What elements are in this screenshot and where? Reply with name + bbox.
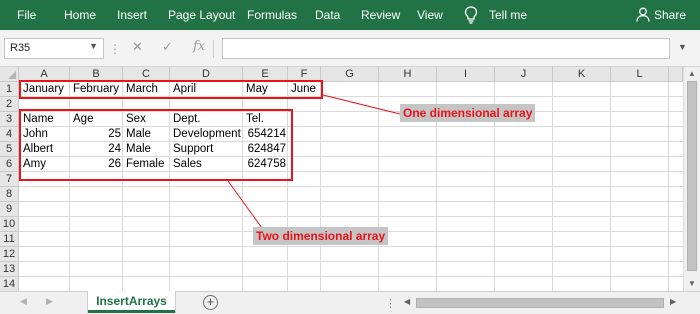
tab-data[interactable]: Data [315,8,340,22]
row-header-6[interactable]: 6 [0,157,19,172]
column-header-g[interactable]: G [321,67,379,82]
tab-formulas[interactable]: Formulas [247,8,297,22]
column-header-m[interactable] [669,67,683,82]
tab-home[interactable]: Home [64,8,96,22]
prev-sheet-icon[interactable]: ◀ [20,296,27,307]
horizontal-scrollbar[interactable]: ◀ ▶ [402,296,685,310]
two-dimensional-highlight [19,109,293,181]
lightbulb-icon[interactable] [464,6,478,24]
row-header-9[interactable]: 9 [0,202,19,217]
person-icon[interactable] [636,7,650,22]
enter-icon[interactable]: ✓ [162,39,173,55]
horizontal-scroll-thumb[interactable] [416,298,664,308]
name-box[interactable]: R35 ▼ [4,38,104,59]
sheet-tab-bar: ◀ ▶ InsertArrays + ⋮ ◀ ▶ [0,291,700,314]
row-header-11[interactable]: 11 [0,232,19,247]
vertical-scroll-thumb[interactable] [687,81,697,271]
row-header-14[interactable]: 14 [0,277,19,292]
scroll-left-icon[interactable]: ◀ [404,297,410,306]
tab-options-icon[interactable]: ⋮ [385,297,396,310]
row-header-7[interactable]: 7 [0,172,19,187]
chevron-down-icon[interactable]: ▼ [89,41,98,51]
next-sheet-icon[interactable]: ▶ [46,296,53,307]
row-header-8[interactable]: 8 [0,187,19,202]
expand-formula-bar-icon[interactable]: ▼ [678,42,687,52]
scroll-down-icon[interactable]: ▼ [688,279,696,288]
column-header-h[interactable]: H [379,67,437,82]
row-header-4[interactable]: 4 [0,127,19,142]
tab-file[interactable]: File [17,8,36,22]
vertical-scrollbar[interactable]: ▲ ▼ [683,67,700,291]
more-options-icon[interactable]: ⋮ [109,42,121,56]
row-header-1[interactable]: 1 [0,82,19,97]
one-dimensional-highlight [19,80,323,99]
column-header-i[interactable]: I [437,67,495,82]
add-sheet-icon[interactable]: + [203,295,218,310]
column-header-l[interactable]: L [611,67,669,82]
row-header-12[interactable]: 12 [0,247,19,262]
excel-window: File Home Insert Page Layout Formulas Da… [0,0,700,314]
select-all-corner[interactable] [0,67,19,82]
column-header-j[interactable]: J [495,67,553,82]
tab-view[interactable]: View [417,8,443,22]
column-header-k[interactable]: K [553,67,611,82]
formula-input[interactable] [222,38,670,59]
row-header-2[interactable]: 2 [0,97,19,112]
ribbon-tab-bar: File Home Insert Page Layout Formulas Da… [0,0,700,30]
row-header-3[interactable]: 3 [0,112,19,127]
sheet-tab-insertarrays[interactable]: InsertArrays [88,291,175,313]
row-header-10[interactable]: 10 [0,217,19,232]
row-header-13[interactable]: 13 [0,262,19,277]
scroll-right-icon[interactable]: ▶ [670,297,676,306]
two-dimensional-callout: Two dimensional array [253,227,389,245]
insert-function-button[interactable]: fx [193,39,205,54]
scroll-up-icon[interactable]: ▲ [688,69,696,78]
formula-separator [213,40,214,58]
one-dimensional-callout: One dimensional array [400,104,536,122]
tab-insert[interactable]: Insert [117,8,147,22]
tab-review[interactable]: Review [361,8,400,22]
name-box-value: R35 [10,42,31,54]
tell-me-search[interactable]: Tell me [489,8,527,22]
share-button[interactable]: Share [654,8,686,22]
formula-bar: R35 ▼ ⋮ ✕ ✓ fx ▼ [0,30,700,67]
tab-page-layout[interactable]: Page Layout [168,8,235,22]
cancel-icon[interactable]: ✕ [132,39,143,55]
row-header-5[interactable]: 5 [0,142,19,157]
